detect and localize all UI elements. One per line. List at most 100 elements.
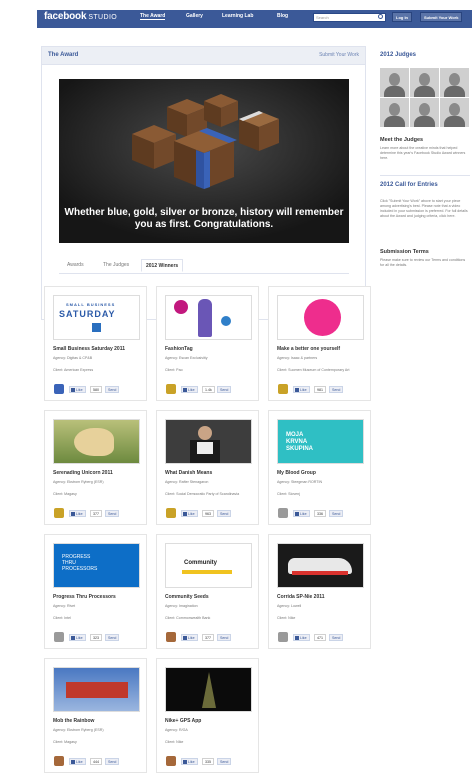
like-button[interactable]: Like (69, 510, 86, 517)
winner-card[interactable]: SMALL BUSINESS SATURDAY Small Business Sat… (44, 286, 147, 401)
winner-card[interactable]: Mob the Rainbow Agency: Ekstrom Ryberg (E… (44, 658, 147, 773)
entry-agency: Agency: Ekstrom Ryberg (ESR) (53, 728, 104, 732)
sidebar-divider (380, 175, 470, 176)
entry-title[interactable]: Corrida SP-Nie 2011 (277, 594, 325, 600)
winner-card[interactable]: FashionTag Agency: Escan Exclusivitiy Clie… (156, 286, 259, 401)
like-button[interactable]: Like (181, 510, 198, 517)
like-button[interactable]: Like (181, 386, 198, 393)
send-button[interactable]: Send (217, 634, 232, 641)
like-label: Like (188, 388, 195, 392)
hero-banner: Whether blue, gold, silver or bronze, hi… (59, 79, 349, 243)
send-button[interactable]: Send (329, 386, 344, 393)
send-button[interactable]: Send (217, 510, 232, 517)
send-button[interactable]: Send (105, 510, 120, 517)
thumb-graphic (278, 296, 363, 339)
winner-card[interactable]: What Danish Means Agency: Rafter Stenagar… (156, 410, 259, 525)
winner-card[interactable]: Make a better one yourself Agency: Isaac … (268, 286, 371, 401)
entry-agency: Agency: Imagination (165, 604, 198, 608)
send-button[interactable]: Send (329, 510, 344, 517)
like-button[interactable]: Like (181, 758, 198, 765)
winner-card[interactable]: Serenading Unicorn 2011 Agency: Ekstrom R… (44, 410, 147, 525)
like-button[interactable]: Like (69, 386, 86, 393)
submit-work-link[interactable]: Submit Your Work (319, 52, 359, 58)
judges-grid[interactable] (380, 68, 470, 128)
submit-work-button[interactable]: Submit Your Work (420, 12, 463, 22)
entry-title[interactable]: My Blood Group (277, 470, 316, 476)
entry-thumbnail[interactable] (165, 419, 252, 464)
facebook-studio-logo[interactable]: facebook STUDIO (44, 11, 117, 22)
send-button[interactable]: Send (105, 634, 120, 641)
entry-thumbnail[interactable]: SMALL BUSINESS SATURDAY (53, 295, 140, 340)
thumb-text: SMALL BUSINESS (66, 302, 116, 307)
judge-photo[interactable] (410, 68, 439, 97)
judge-photo[interactable] (380, 98, 409, 127)
tab-the-judges[interactable]: The Judges (103, 262, 129, 268)
search-icon[interactable] (378, 14, 383, 19)
award-cube-icon (53, 507, 65, 519)
entry-client: Client: Suomen Museum of Contemporary Ar… (277, 368, 350, 372)
nav-gallery[interactable]: Gallery (186, 13, 203, 19)
winner-card[interactable]: Community Community Seeds Agency: Imaginat… (156, 534, 259, 649)
like-button[interactable]: Like (69, 758, 86, 765)
like-label: Like (188, 636, 195, 640)
entry-title[interactable]: Serenading Unicorn 2011 (53, 470, 113, 476)
like-label: Like (188, 512, 195, 516)
send-button[interactable]: Send (217, 386, 232, 393)
entry-agency: Agency: Escan Exclusivitiy (165, 356, 208, 360)
send-button[interactable]: Send (105, 758, 120, 765)
thumb-graphic (278, 544, 363, 587)
entry-title[interactable]: What Danish Means (165, 470, 212, 476)
winner-card[interactable]: PROGRESS THRU PROCESSORS Progress Thru Proc… (44, 534, 147, 649)
entry-thumbnail[interactable] (165, 295, 252, 340)
search-input[interactable]: Search (313, 13, 386, 22)
entry-title[interactable]: FashionTag (165, 346, 193, 352)
nav-the-award[interactable]: The Award (140, 13, 166, 20)
thumb-graphic: PROGRESS THRU PROCESSORS (54, 544, 139, 587)
send-button[interactable]: Send (105, 386, 120, 393)
send-button[interactable]: Send (329, 634, 344, 641)
entry-thumbnail[interactable] (277, 295, 364, 340)
award-cube-icon (165, 383, 177, 395)
judge-photo[interactable] (410, 98, 439, 127)
entry-client: Client: Commonwealth Bank (165, 616, 211, 620)
judge-photo[interactable] (440, 98, 469, 127)
entry-title[interactable]: Nike+ GPS App (165, 718, 201, 724)
nav-blog[interactable]: Blog (277, 13, 288, 19)
like-button[interactable]: Like (293, 510, 310, 517)
facebook-icon (183, 636, 187, 641)
entry-title[interactable]: Make a better one yourself (277, 346, 340, 352)
logo-text: facebook (44, 11, 87, 22)
thumb-graphic (166, 296, 251, 339)
entry-thumbnail[interactable] (165, 667, 252, 712)
judge-photo[interactable] (440, 68, 469, 97)
entry-client: Client: Pao (165, 368, 183, 372)
like-label: Like (76, 388, 83, 392)
send-button[interactable]: Send (217, 758, 232, 765)
entry-thumbnail[interactable] (277, 543, 364, 588)
winner-card[interactable]: MOJA KRVNA SKUPINA My Blood Group Agency: St… (268, 410, 371, 525)
tab-2012-winners[interactable]: 2012 Winners (141, 259, 184, 272)
entry-thumbnail[interactable]: PROGRESS THRU PROCESSORS (53, 543, 140, 588)
entry-title[interactable]: Community Seeds (165, 594, 209, 600)
entry-thumbnail[interactable]: MOJA KRVNA SKUPINA (277, 419, 364, 464)
entry-thumbnail[interactable]: Community (165, 543, 252, 588)
facebook-icon (71, 512, 75, 517)
like-count: 377 (202, 634, 214, 641)
winner-card[interactable]: Nike+ GPS App Agency: R/GA Client: Nike Lik… (156, 658, 259, 773)
like-button[interactable]: Like (293, 386, 310, 393)
like-button[interactable]: Like (293, 634, 310, 641)
like-label: Like (300, 512, 307, 516)
like-button[interactable]: Like (69, 634, 86, 641)
entry-thumbnail[interactable] (53, 419, 140, 464)
login-button[interactable]: Log In (392, 12, 412, 22)
like-button[interactable]: Like (181, 634, 198, 641)
winner-card[interactable]: Corrida SP-Nie 2011 Agency: Lowell Client:… (268, 534, 371, 649)
judge-photo[interactable] (380, 68, 409, 97)
nav-learning-lab[interactable]: Learning Lab (222, 13, 253, 19)
tab-awards[interactable]: Awards (67, 262, 84, 268)
entry-title[interactable]: Small Business Saturday 2011 (53, 346, 125, 352)
entry-agency: Agency: R/GA (165, 728, 188, 732)
entry-title[interactable]: Progress Thru Processors (53, 594, 116, 600)
entry-title[interactable]: Mob the Rainbow (53, 718, 94, 724)
entry-thumbnail[interactable] (53, 667, 140, 712)
